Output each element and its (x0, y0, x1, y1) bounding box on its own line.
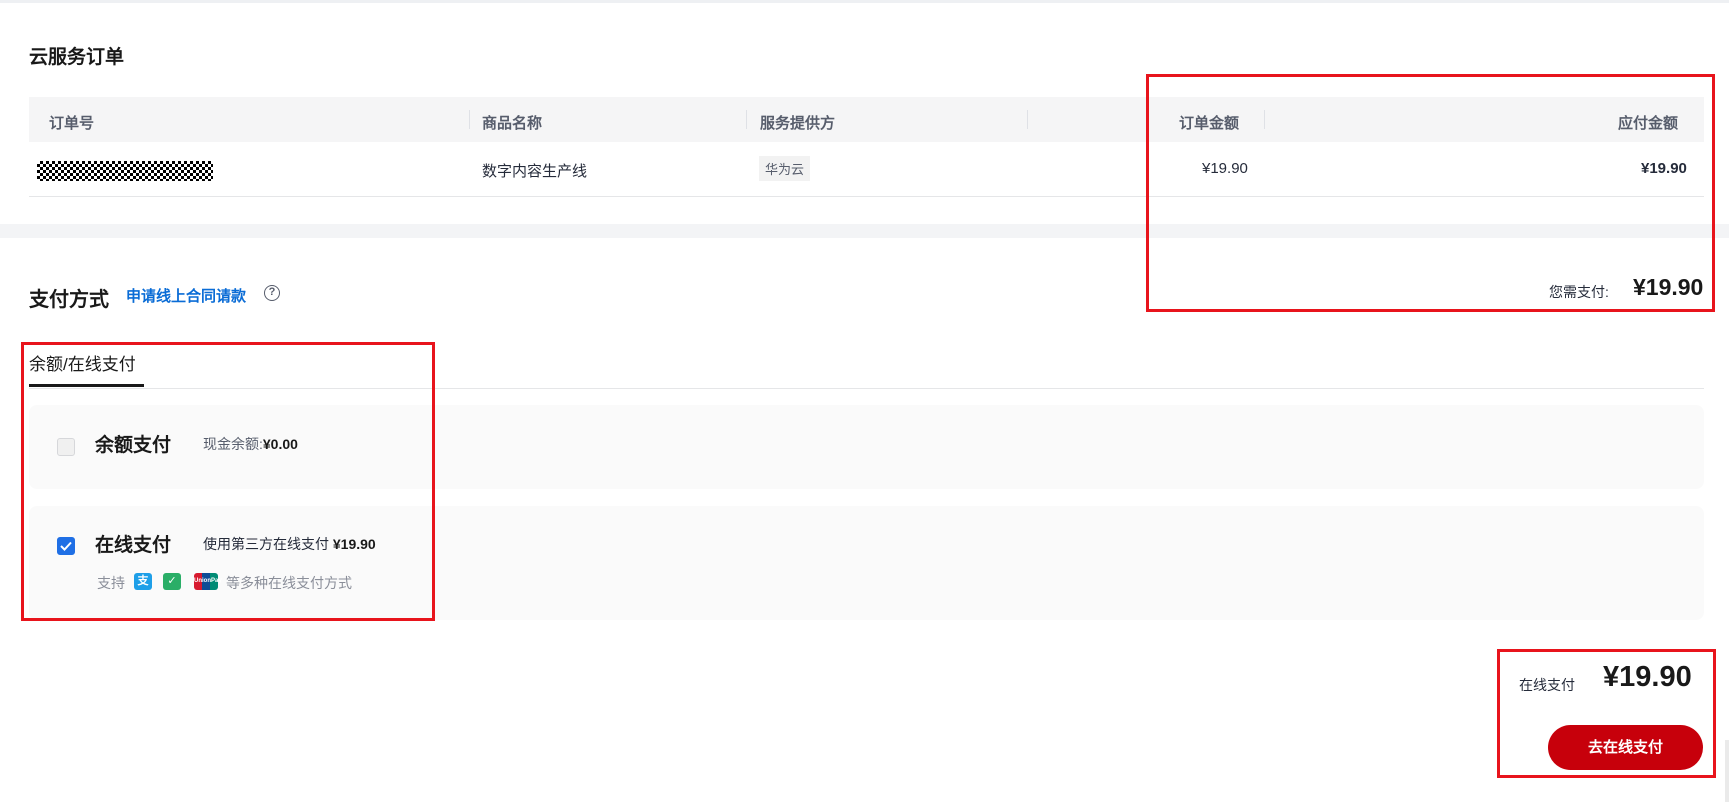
column-product-name: 商品名称 (482, 115, 543, 132)
apply-contract-link[interactable]: 申请线上合同请款 (126, 285, 246, 306)
highlight-box-go-pay (1497, 649, 1716, 778)
provider-tag: 华为云 (759, 156, 811, 181)
highlight-box-amounts (1146, 74, 1715, 312)
column-divider (469, 110, 470, 129)
payment-section-title: 支付方式 (29, 289, 109, 311)
order-section-title: 云服务订单 (29, 47, 125, 68)
edge-shadow (1725, 740, 1729, 802)
product-name-cell: 数字内容生产线 (482, 163, 588, 180)
column-provider: 服务提供方 (760, 115, 836, 132)
help-icon[interactable]: ? (264, 285, 280, 301)
column-divider (746, 110, 747, 129)
masked-order-id (37, 161, 213, 181)
highlight-box-pay-methods (21, 342, 435, 621)
top-divider (0, 0, 1729, 3)
column-order-id: 订单号 (49, 115, 95, 132)
column-divider (1027, 110, 1028, 129)
